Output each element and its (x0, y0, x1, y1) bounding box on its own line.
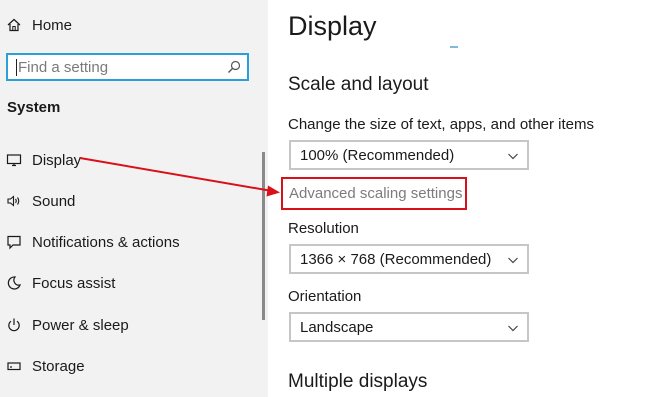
advanced-scaling-link[interactable]: Advanced scaling settings (281, 177, 467, 210)
search-box (6, 53, 249, 81)
scale-dropdown[interactable]: 100% (Recommended) (289, 140, 529, 170)
size-label: Change the size of text, apps, and other… (288, 116, 595, 133)
home-icon (6, 17, 22, 33)
search-input[interactable] (8, 55, 228, 79)
chevron-down-icon (507, 321, 519, 333)
sidebar-item-label: Focus assist (32, 274, 116, 292)
orientation-label: Orientation (288, 288, 362, 305)
sidebar-item-power-sleep[interactable]: Power & sleep (6, 313, 129, 337)
storage-icon (6, 358, 22, 374)
sidebar-item-sound[interactable]: Sound (6, 189, 75, 213)
moon-icon (6, 275, 22, 291)
orientation-dropdown[interactable]: Landscape (289, 312, 529, 342)
sidebar-item-label: Display (32, 151, 82, 169)
multiple-displays-heading: Multiple displays (288, 371, 428, 392)
resolution-dropdown-value: 1366 × 768 (Recommended) (300, 250, 492, 268)
page-title: Display (288, 11, 377, 41)
scale-layout-heading: Scale and layout (288, 74, 429, 95)
sidebar-item-label: Notifications & actions (32, 233, 180, 251)
sidebar: Home System Display (0, 0, 268, 397)
resolution-label: Resolution (288, 220, 359, 237)
section-title: System (7, 99, 61, 116)
advanced-scaling-link-label: Advanced scaling settings (289, 185, 463, 202)
chevron-down-icon (507, 253, 519, 265)
home-label: Home (32, 16, 73, 34)
search-icon[interactable] (227, 60, 241, 74)
orientation-dropdown-value: Landscape (300, 318, 374, 336)
speaker-icon (6, 193, 22, 209)
scale-dropdown-value: 100% (Recommended) (300, 146, 455, 164)
sidebar-item-home[interactable]: Home (6, 13, 72, 37)
sidebar-item-label: Storage (32, 357, 85, 375)
notification-icon (6, 234, 22, 250)
sidebar-item-notifications[interactable]: Notifications & actions (6, 230, 180, 254)
sidebar-item-storage[interactable]: Storage (6, 354, 85, 378)
power-icon (6, 317, 22, 333)
sidebar-scrollbar[interactable] (262, 152, 265, 320)
sidebar-item-focus-assist[interactable]: Focus assist (6, 271, 115, 295)
resolution-dropdown[interactable]: 1366 × 768 (Recommended) (289, 244, 529, 274)
text-caret (16, 59, 17, 76)
sidebar-item-label: Power & sleep (32, 316, 129, 334)
sidebar-item-display[interactable]: Display (6, 148, 81, 172)
chevron-down-icon (507, 149, 519, 161)
monitor-icon (6, 152, 22, 168)
loading-indicator (450, 46, 458, 48)
sidebar-item-label: Sound (32, 192, 76, 210)
